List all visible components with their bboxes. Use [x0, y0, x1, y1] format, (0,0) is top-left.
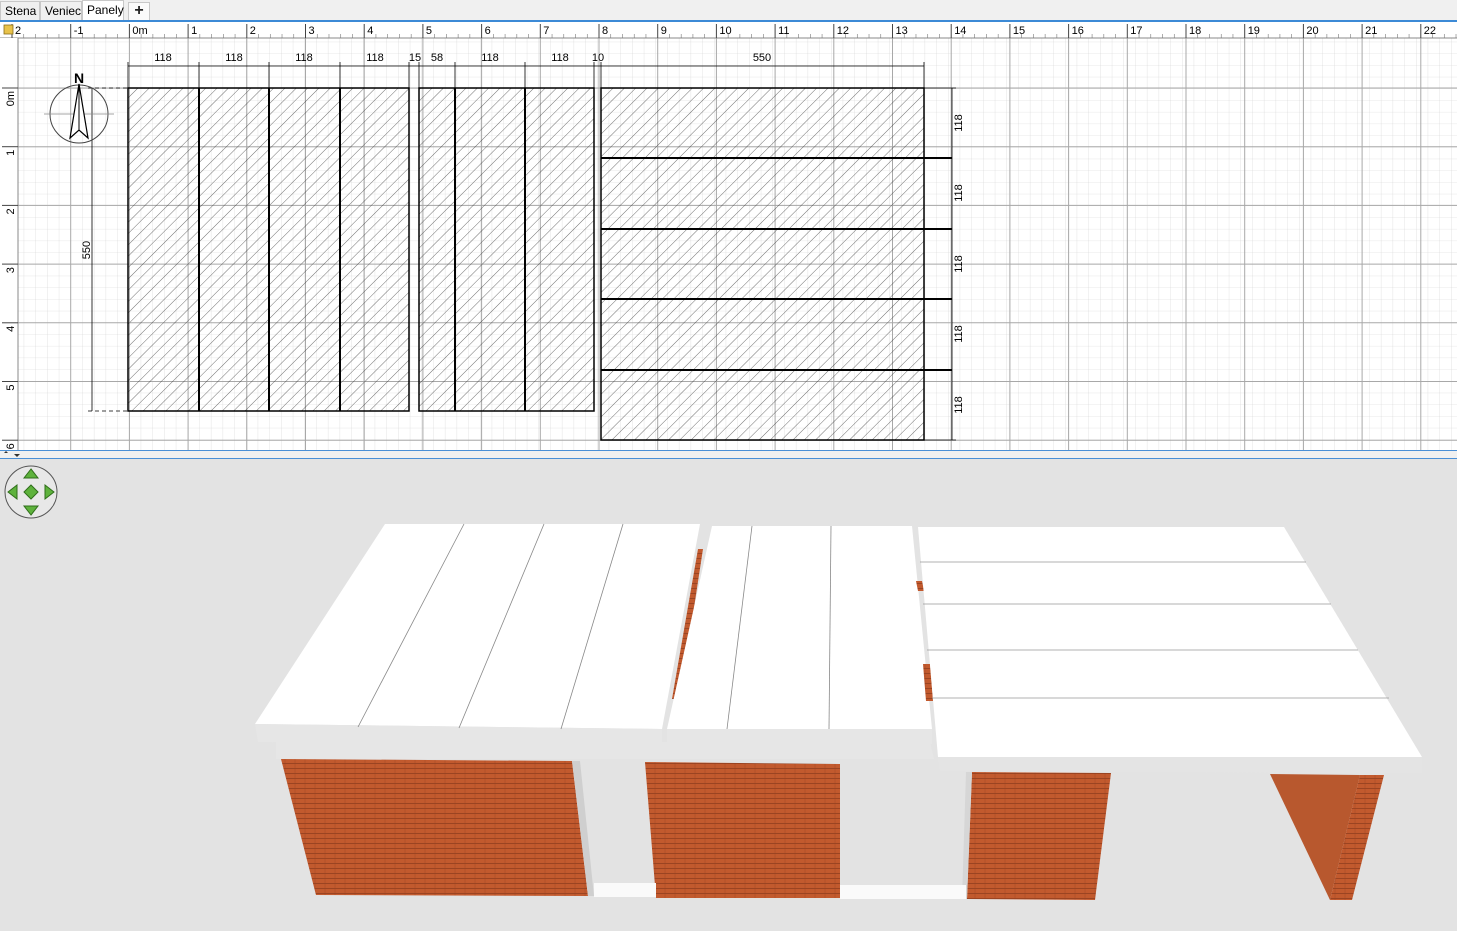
- ruler-x-label: 15: [1013, 25, 1025, 37]
- ruler-x-label: 9: [661, 25, 667, 37]
- dimension-label: 118: [551, 52, 569, 64]
- ruler-x-label: 0m: [132, 25, 147, 37]
- dimension-label: 118: [481, 52, 499, 64]
- brick-wall-2: [645, 762, 840, 898]
- ruler-y-label: 6: [5, 443, 17, 449]
- floor-slab: [840, 885, 966, 899]
- panel-group-left[interactable]: [127, 87, 410, 412]
- ruler-x-label: 22: [1424, 25, 1436, 37]
- plan-view[interactable]: 2 -1 0m 1 2 3 4 5 6 7 8 9 10 11 12 13 14 15 16 17 18 19 20 21 22…: [0, 22, 1457, 450]
- ruler-y-label: 2: [5, 208, 17, 214]
- ruler-x-label: 14: [954, 25, 966, 37]
- ruler-y-label: 5: [5, 385, 17, 391]
- brick-wall-3: [962, 772, 1111, 900]
- ruler-x-label: 3: [309, 25, 315, 37]
- dimension-label: 550: [753, 52, 771, 64]
- brick-wall-4: [1270, 774, 1384, 900]
- compass-north-label: N: [74, 70, 84, 86]
- navigation-arrows-icon[interactable]: [4, 465, 58, 519]
- ruler-x-label: 2: [15, 25, 21, 37]
- ruler-x-label: 19: [1248, 25, 1260, 37]
- dimension-label: 118: [366, 52, 384, 64]
- panel-group-middle[interactable]: [418, 87, 595, 412]
- 3d-panel-group-left: [255, 523, 700, 744]
- ruler-x-label: 12: [837, 25, 849, 37]
- 3d-view[interactable]: [0, 459, 1457, 931]
- ruler-x-label: -1: [74, 25, 84, 37]
- ruler-x-label: 20: [1306, 25, 1318, 37]
- ruler-y-label: 1: [5, 150, 17, 156]
- 3d-panel-group-right: [918, 527, 1422, 773]
- panel-group-right[interactable]: [600, 87, 952, 441]
- ruler-x-label: 16: [1072, 25, 1084, 37]
- dimension-label: 10: [592, 52, 604, 64]
- ruler-x-label: 5: [426, 25, 432, 37]
- dimension-label-right: 118: [953, 396, 965, 414]
- ruler-x-label: 2: [250, 25, 256, 37]
- add-tab-button[interactable]: +: [128, 2, 150, 21]
- ruler-corner-icon[interactable]: [3, 24, 14, 35]
- ruler-x-label: 21: [1365, 25, 1377, 37]
- view-splitter[interactable]: [0, 450, 1457, 459]
- 3d-panel-group-middle: [667, 525, 933, 744]
- ruler-x-label: 11: [778, 25, 789, 37]
- ruler-x-label: 8: [602, 25, 608, 37]
- brick-wall-1: [281, 759, 594, 896]
- ruler-x-label: 4: [367, 25, 373, 37]
- collapse-up-icon[interactable]: [4, 451, 8, 453]
- ruler-x-label: 17: [1130, 25, 1142, 37]
- tab-stena[interactable]: Stena: [0, 1, 40, 20]
- ruler-x-label: 1: [191, 25, 197, 37]
- collapse-down-icon[interactable]: [14, 454, 20, 457]
- dimension-label: 118: [154, 52, 172, 64]
- ruler-y-label: 4: [5, 326, 17, 332]
- ruler-x-label: 13: [896, 25, 908, 37]
- ruler-x-label: 18: [1189, 25, 1201, 37]
- dimension-label-right: 118: [953, 184, 965, 202]
- ruler-x-label: 10: [719, 25, 731, 37]
- dimension-label-right: 118: [953, 325, 965, 343]
- tab-bar: Stena Veniec Panely +: [0, 0, 1457, 21]
- dimension-label-left: 550: [81, 241, 93, 259]
- tab-veniec[interactable]: Veniec: [40, 1, 82, 20]
- dimension-label: 118: [225, 52, 243, 64]
- dimension-label-right: 118: [953, 114, 965, 132]
- dimension-label-right: 118: [953, 255, 965, 273]
- dimension-label: 15: [409, 52, 421, 64]
- ruler-x-label: 6: [485, 25, 491, 37]
- floor-slab: [594, 883, 656, 897]
- dimension-label: 118: [295, 52, 313, 64]
- tab-panely[interactable]: Panely: [82, 0, 124, 21]
- dimension-label: 58: [431, 52, 443, 64]
- ruler-y-label: 0m: [5, 91, 17, 106]
- ruler-y-label: 3: [5, 267, 17, 273]
- ruler-x-label: 7: [543, 25, 549, 37]
